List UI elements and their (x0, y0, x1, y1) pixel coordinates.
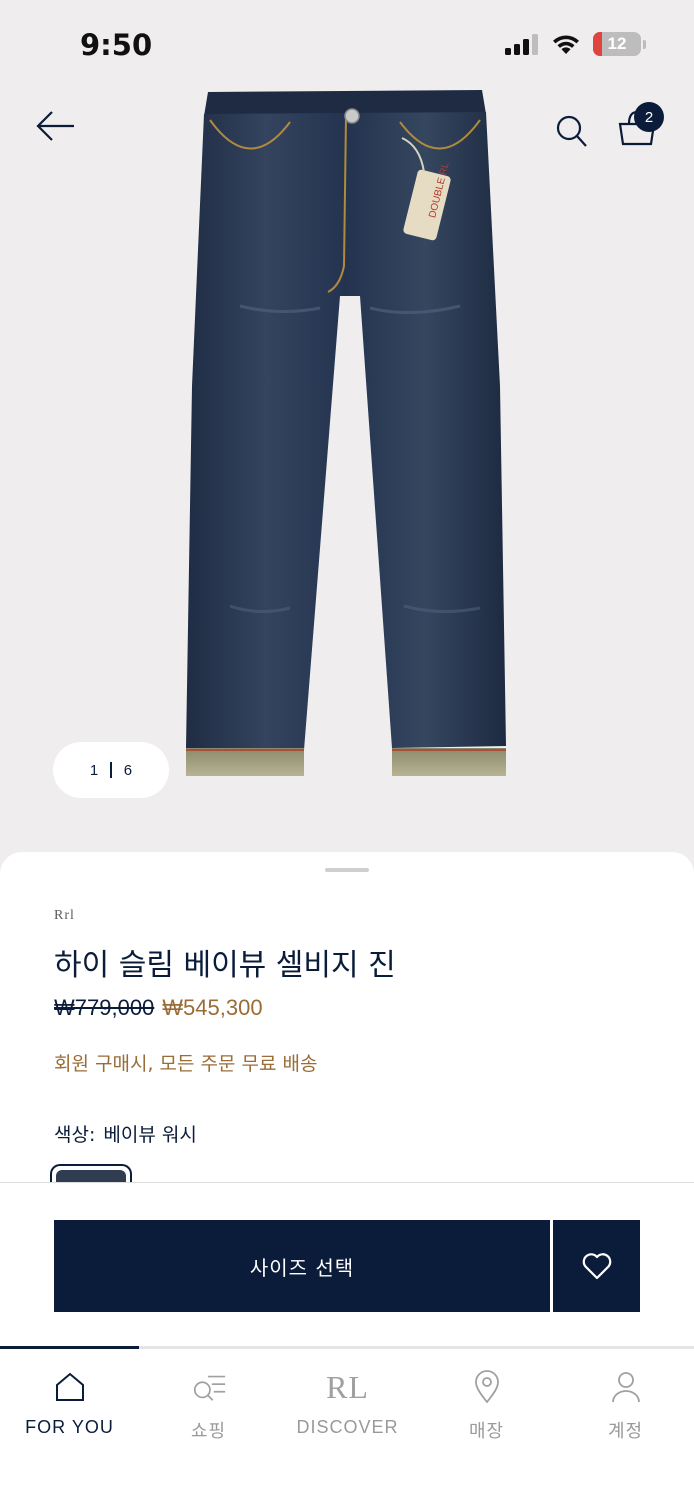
person-icon (608, 1369, 644, 1405)
tab-account[interactable]: 계정 (556, 1349, 694, 1459)
action-bar: 사이즈 선택 (0, 1182, 694, 1348)
search-button[interactable] (554, 113, 588, 149)
pager-current: 1 (89, 761, 99, 779)
color-value: 베이뷰 워시 (103, 1124, 197, 1146)
rl-logo-icon: RL (326, 1369, 368, 1405)
price-sale: ₩545,300 (162, 995, 263, 1020)
heart-icon (582, 1253, 611, 1280)
bottom-tab-bar: FOR YOU 쇼핑 RL DISCOVER 매장 계정 (0, 1346, 694, 1500)
tab-label: 계정 (607, 1421, 644, 1441)
tab-shopping[interactable]: 쇼핑 (139, 1349, 278, 1459)
price-original: ₩779,000 (54, 995, 155, 1020)
location-pin-icon (469, 1369, 505, 1405)
product-brand: Rrl (54, 908, 75, 923)
cellular-signal-icon (505, 34, 538, 55)
color-swatch-selected[interactable] (50, 1164, 132, 1184)
status-bar: 9:50 12 (0, 0, 694, 90)
search-list-icon (191, 1369, 227, 1405)
product-prices: ₩779,000 ₩545,300 (54, 995, 263, 1021)
tab-for-you[interactable]: FOR YOU (0, 1349, 139, 1459)
product-title: 하이 슬림 베이뷰 셀비지 진 (54, 948, 396, 983)
search-icon (556, 115, 587, 147)
product-image-jeans[interactable]: DOUBLE RL (180, 86, 520, 786)
color-label: 색상: (54, 1124, 96, 1146)
tab-label: DISCOVER (296, 1417, 399, 1437)
rl-logo-text: RL (326, 1368, 369, 1405)
sheet-drag-handle[interactable] (325, 868, 369, 872)
status-time: 9:50 (80, 28, 153, 62)
tab-label: 매장 (468, 1421, 505, 1441)
battery-level: 12 (607, 34, 627, 53)
battery-icon: 12 (593, 32, 641, 56)
pager-separator (110, 762, 112, 778)
select-size-button[interactable]: 사이즈 선택 (54, 1220, 550, 1312)
battery-tip (643, 39, 646, 49)
tab-discover[interactable]: RL DISCOVER (278, 1349, 417, 1459)
product-info-sheet: Rrl 하이 슬림 베이뷰 셀비지 진 ₩779,000 ₩545,300 회원… (0, 852, 694, 1192)
wishlist-button[interactable] (553, 1220, 640, 1312)
image-pager[interactable]: 1 6 (53, 742, 169, 798)
status-icons: 12 (505, 32, 646, 56)
cart-count-badge: 2 (634, 102, 664, 132)
home-icon (52, 1369, 88, 1405)
tab-label: FOR YOU (25, 1417, 114, 1437)
arrow-left-icon (36, 111, 74, 141)
tab-stores[interactable]: 매장 (417, 1349, 556, 1459)
shipping-promo: 회원 구매시, 모든 주문 무료 배송 (54, 1053, 318, 1075)
wifi-icon (553, 35, 579, 54)
product-hero: 9:50 12 DOUBLE RL 2 1 6 (0, 0, 694, 880)
color-row: 색상: 베이뷰 워시 (54, 1120, 197, 1147)
pager-total: 6 (123, 761, 133, 779)
tab-label: 쇼핑 (190, 1421, 227, 1441)
back-button[interactable] (34, 108, 78, 144)
